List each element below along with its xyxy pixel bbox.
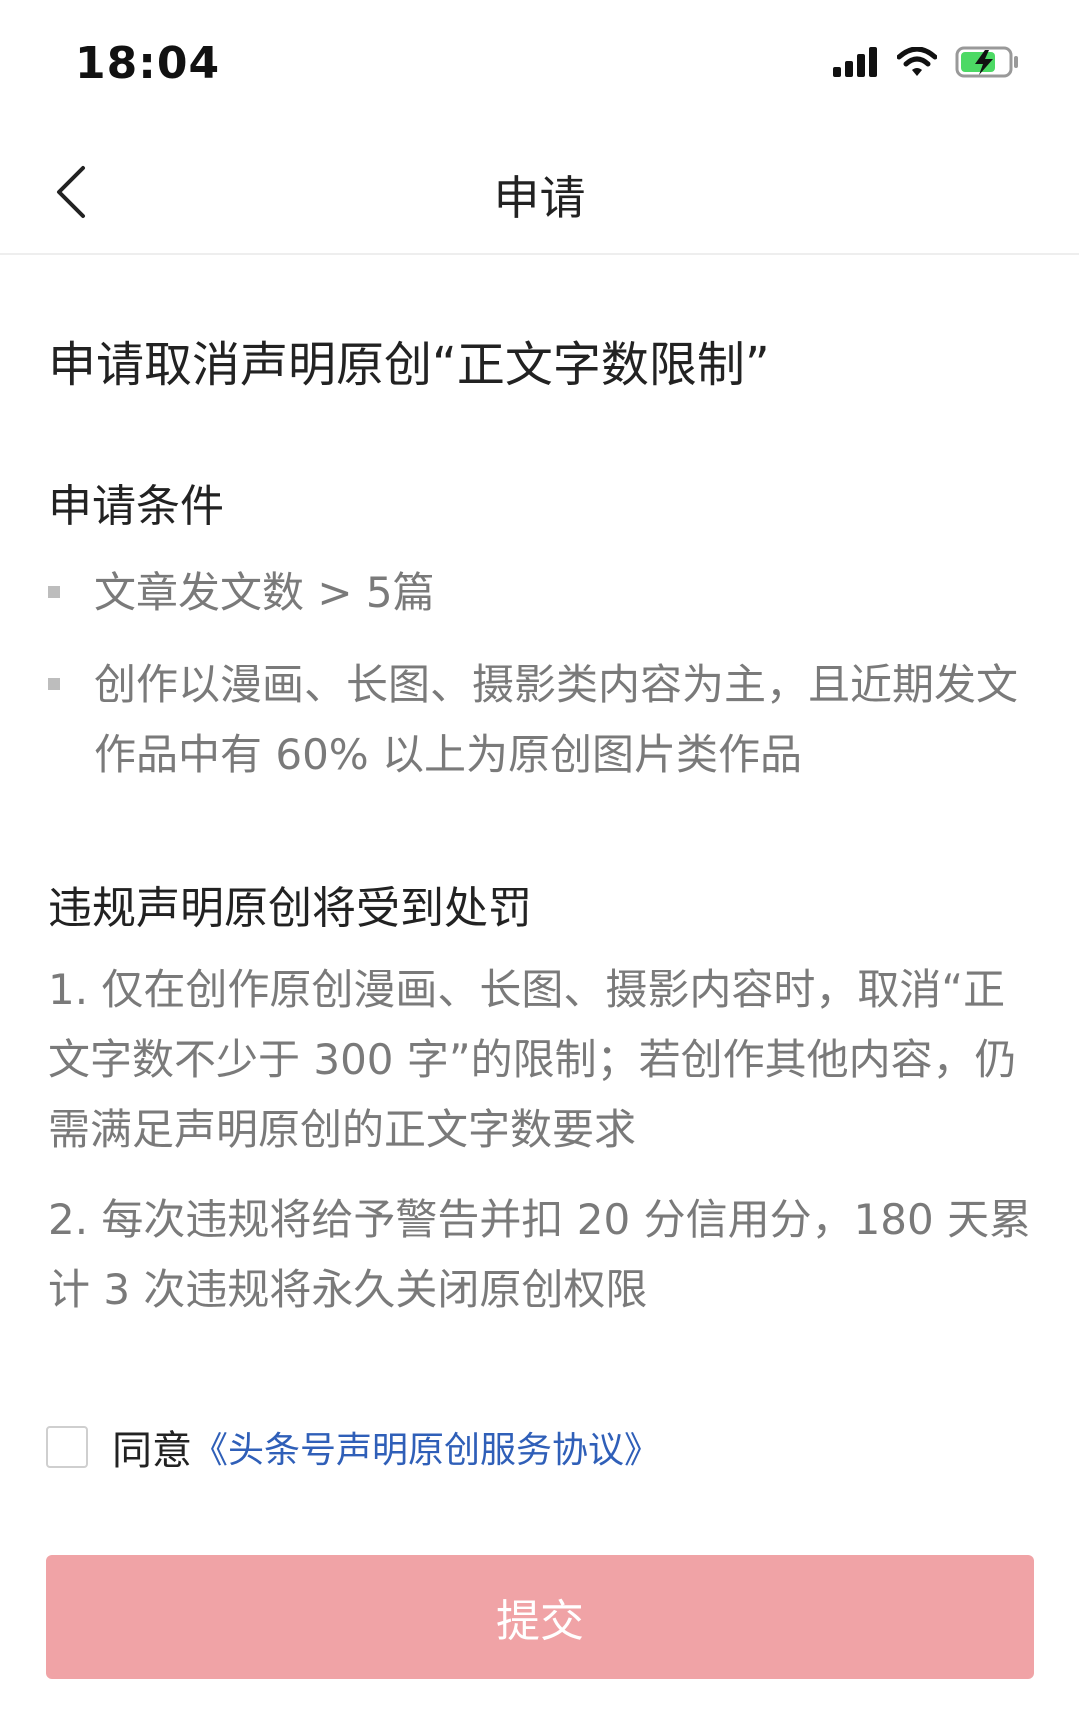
submit-button[interactable]: 提交 (46, 1555, 1034, 1679)
penalty-title: 违规声明原创将受到处罚 (48, 883, 532, 934)
bullet-icon (48, 586, 60, 598)
condition-item: 创作以漫画、长图、摄影类内容为主，且近期发文作品中有 60% 以上为原创图片类作… (48, 650, 1038, 790)
battery-charging-icon (955, 46, 1018, 78)
nav-title: 申请 (493, 171, 586, 225)
status-bar: 18:04 (0, 0, 1079, 130)
nav-bar: 申请 (0, 130, 1079, 255)
conditions-list: 文章发文数 > 5篇 创作以漫画、长图、摄影类内容为主，且近期发文作品中有 60… (48, 558, 1038, 812)
agreement-row: 同意 《头条号声明原创服务协议》 (46, 1418, 660, 1476)
condition-text: 文章发文数 > 5篇 (94, 568, 435, 617)
penalty-item: 1. 仅在创作原创漫画、长图、摄影内容时，取消“正文字数不少于 300 字”的限… (48, 965, 1017, 1154)
agreement-link[interactable]: 《头条号声明原创服务协议》 (192, 1421, 660, 1473)
condition-item: 文章发文数 > 5篇 (48, 558, 1038, 628)
submit-label: 提交 (496, 1596, 584, 1647)
condition-text: 创作以漫画、长图、摄影类内容为主，且近期发文作品中有 60% 以上为原创图片类作… (94, 660, 1019, 779)
penalty-list: 1. 仅在创作原创漫画、长图、摄影内容时，取消“正文字数不少于 300 字”的限… (48, 955, 1038, 1345)
wifi-icon (897, 47, 937, 76)
page-heading: 申请取消声明原创“正文字数限制” (48, 337, 770, 393)
agree-checkbox[interactable] (46, 1426, 88, 1468)
conditions-title: 申请条件 (48, 481, 224, 532)
status-time: 18:04 (75, 38, 221, 89)
penalty-item: 2. 每次违规将给予警告并扣 20 分信用分，180 天累计 3 次违规将永久关… (48, 1195, 1032, 1314)
status-icons (833, 46, 1019, 78)
agree-label: 同意 (112, 1428, 192, 1474)
signal-icon (833, 47, 877, 77)
bullet-icon (48, 678, 60, 690)
